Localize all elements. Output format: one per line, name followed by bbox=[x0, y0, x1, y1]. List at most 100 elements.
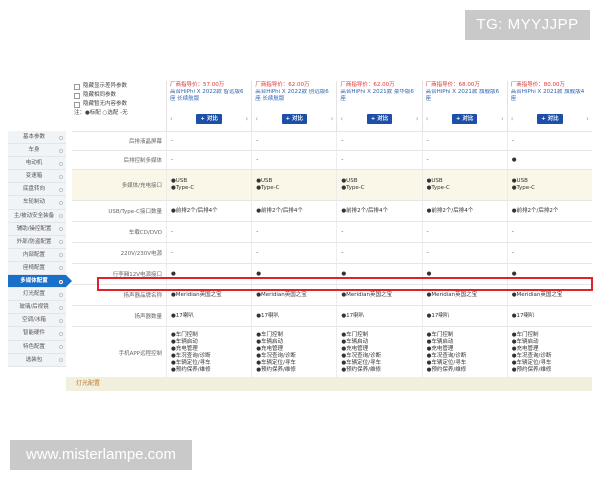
car-column-4: 厂商指导价：68.00万 高合HiPhi X 2021款 旗舰版6座 ‹ + 对比… bbox=[421, 81, 507, 131]
dot-icon bbox=[59, 174, 63, 179]
spec-cell: - bbox=[336, 132, 421, 150]
spec-cell: ●Meridian英国之宝 bbox=[166, 285, 251, 305]
dot-icon bbox=[59, 200, 63, 205]
spec-label: 扬声器数量 bbox=[134, 314, 162, 320]
chevron-right-icon[interactable]: › bbox=[501, 115, 504, 123]
chevron-left-icon[interactable]: ‹ bbox=[511, 115, 514, 123]
spec-cell: - bbox=[336, 243, 421, 263]
spec-cell: - bbox=[506, 222, 592, 242]
spec-cell: ●前排2个/后排4个 bbox=[251, 201, 336, 221]
nav-item[interactable]: 车身 bbox=[8, 144, 66, 158]
spec-cell: - bbox=[506, 132, 592, 150]
checkbox-icon[interactable] bbox=[74, 92, 80, 99]
compare-button[interactable]: + 对比 bbox=[537, 114, 563, 124]
dot-icon bbox=[59, 279, 63, 284]
car-name-link[interactable]: 高合HiPhi X 2021款 旗舰版4座 bbox=[511, 89, 589, 105]
spec-value: ●车辆启动 bbox=[511, 338, 539, 345]
spec-value: ●17喇叭 bbox=[171, 312, 194, 319]
nav-item[interactable]: 特色配置 bbox=[8, 340, 66, 354]
watermark-top: TG: MYYJJPP bbox=[465, 10, 590, 40]
spec-cell: ●17喇叭 bbox=[506, 306, 592, 326]
nav-item[interactable]: 智能硬件 bbox=[8, 327, 66, 341]
car-header-row: 厂商指导价：57.00万 高合HiPhi X 2022款 智远版6座 长续航版 … bbox=[166, 81, 592, 131]
option-hide-same[interactable]: 隐藏相同参数 bbox=[74, 91, 166, 100]
spec-value: ●预约保养/维修 bbox=[511, 366, 552, 373]
spec-value: ●前排2个/后排4个 bbox=[341, 207, 389, 214]
nav-item[interactable]: 内部配置 bbox=[8, 248, 66, 262]
spec-row: USB/Type-C接口数量 ●前排2个/后排4个 ●前排2个/后排4个 ●前排2个/… bbox=[72, 200, 592, 221]
dot-icon bbox=[59, 187, 63, 192]
spec-value: - bbox=[256, 249, 259, 256]
dot-icon bbox=[59, 331, 63, 336]
chevron-left-icon[interactable]: ‹ bbox=[170, 115, 173, 123]
spec-value: ● bbox=[511, 270, 517, 277]
compare-button[interactable]: + 对比 bbox=[366, 114, 393, 124]
compare-button[interactable]: + 对比 bbox=[451, 114, 478, 124]
spec-cell: ●前排2个/后排4个 bbox=[336, 201, 421, 221]
spec-value: ●车况查询/诊断 bbox=[426, 352, 467, 359]
spec-value: ●Meridian英国之宝 bbox=[341, 291, 392, 298]
chevron-left-icon[interactable]: ‹ bbox=[340, 115, 343, 123]
spec-value: ●Meridian英国之宝 bbox=[256, 291, 307, 298]
option-hide-empty[interactable]: 隐藏暂无内容参数 bbox=[74, 100, 166, 109]
spec-label: 后排液晶屏幕 bbox=[128, 139, 162, 145]
nav-item[interactable]: 座椅配置 bbox=[8, 261, 66, 276]
spec-row: 后排液晶屏幕 - - - - - bbox=[72, 131, 592, 150]
watermark-bottom: www.misterlampe.com bbox=[10, 440, 192, 470]
nav-item[interactable]: 玻璃/后视镜 bbox=[8, 301, 66, 315]
nav-item[interactable]: 基本参数 bbox=[8, 131, 66, 145]
spec-value: - bbox=[426, 249, 429, 256]
nav-item[interactable]: 外部/防盗配置 bbox=[8, 235, 66, 249]
chevron-right-icon[interactable]: › bbox=[586, 115, 589, 123]
spec-value: ●车辆定位/寻车 bbox=[171, 359, 211, 366]
spec-value: ● bbox=[511, 156, 517, 163]
car-name-link[interactable]: 高合HiPhi X 2022款 智远版6座 长续航版 bbox=[170, 89, 248, 105]
spec-cell: ●USB ●Type-C bbox=[506, 170, 592, 200]
compare-button[interactable]: + 对比 bbox=[196, 114, 222, 124]
spec-value: ●充电管理 bbox=[256, 345, 283, 352]
chevron-left-icon[interactable]: ‹ bbox=[426, 115, 429, 123]
nav-item[interactable]: 选装包 bbox=[8, 353, 66, 367]
nav-item[interactable]: 灯光配置 bbox=[8, 288, 66, 302]
nav-item[interactable]: 变速箱 bbox=[8, 170, 66, 184]
car-name-link[interactable]: 高合HiPhi X 2022款 创远版6座 长续航版 bbox=[255, 89, 333, 105]
chevron-right-icon[interactable]: › bbox=[331, 115, 334, 123]
spec-value: ●USB bbox=[426, 178, 443, 184]
nav-item[interactable]: 空调/冰箱 bbox=[8, 314, 66, 328]
car-column-1: 厂商指导价：57.00万 高合HiPhi X 2022款 智远版6座 长续航版 … bbox=[166, 81, 251, 131]
car-column-3: 厂商指导价：62.00万 高合HiPhi X 2021款 豪华版6座 ‹ + 对比… bbox=[336, 81, 421, 131]
spec-row: 扬声器品牌名称 ●Meridian英国之宝 ●Meridian英国之宝 ●Meridi… bbox=[72, 284, 592, 305]
spec-value: - bbox=[171, 156, 173, 163]
nav-item[interactable]: 车轮制动 bbox=[8, 196, 66, 210]
spec-row: 行李厢12V电源接口 ● ● ● ● ● bbox=[72, 263, 592, 284]
spec-value: - bbox=[341, 228, 344, 235]
spec-label: 行李厢12V电源接口 bbox=[112, 272, 162, 278]
checkbox-icon[interactable] bbox=[74, 101, 80, 108]
spec-value: ●充电管理 bbox=[171, 345, 198, 352]
spec-cell: ●车门控制 ●车辆启动 ●充电管理 ●车况查询/诊断 ●车辆定位/寻车 ●预约保养/维修 bbox=[251, 327, 336, 378]
checkbox-icon[interactable] bbox=[74, 83, 80, 90]
nav-item-active[interactable]: 多媒体配置 bbox=[8, 275, 66, 289]
car-name-link[interactable]: 高合HiPhi X 2021款 豪华版6座 bbox=[340, 89, 418, 105]
spec-value: - bbox=[341, 137, 344, 144]
spec-value: ●预约保养/维修 bbox=[256, 366, 296, 373]
car-name-link[interactable]: 高合HiPhi X 2021款 旗舰版6座 bbox=[426, 89, 504, 105]
option-hide-diff[interactable]: 隐藏显示差异参数 bbox=[74, 82, 166, 91]
chevron-right-icon[interactable]: › bbox=[245, 115, 248, 123]
chevron-left-icon[interactable]: ‹ bbox=[255, 115, 258, 123]
nav-item[interactable]: 电动机 bbox=[8, 157, 66, 171]
chevron-right-icon[interactable]: › bbox=[416, 115, 419, 123]
dot-icon bbox=[59, 214, 63, 219]
nav-item[interactable]: 底盘转向 bbox=[8, 183, 66, 197]
spec-value: ●车门控制 bbox=[426, 331, 454, 338]
spec-value: - bbox=[256, 156, 259, 163]
spec-cell: ●车门控制 ●车辆启动 ●充电管理 ●车况查询/诊断 ●车辆定位/寻车 ●预约保养/维修 bbox=[166, 327, 251, 378]
spec-cell: - bbox=[421, 243, 507, 263]
compare-button[interactable]: + 对比 bbox=[281, 114, 308, 124]
car-price: 厂商指导价：62.00万 bbox=[255, 82, 310, 88]
nav-item[interactable]: 辅助/操控配置 bbox=[8, 222, 66, 236]
spec-value: ●17喇叭 bbox=[511, 312, 535, 319]
spec-cell: ● bbox=[506, 264, 592, 284]
nav-item[interactable]: 主/被动安全装备 bbox=[8, 209, 66, 223]
spec-value: ●车辆启动 bbox=[256, 338, 283, 345]
